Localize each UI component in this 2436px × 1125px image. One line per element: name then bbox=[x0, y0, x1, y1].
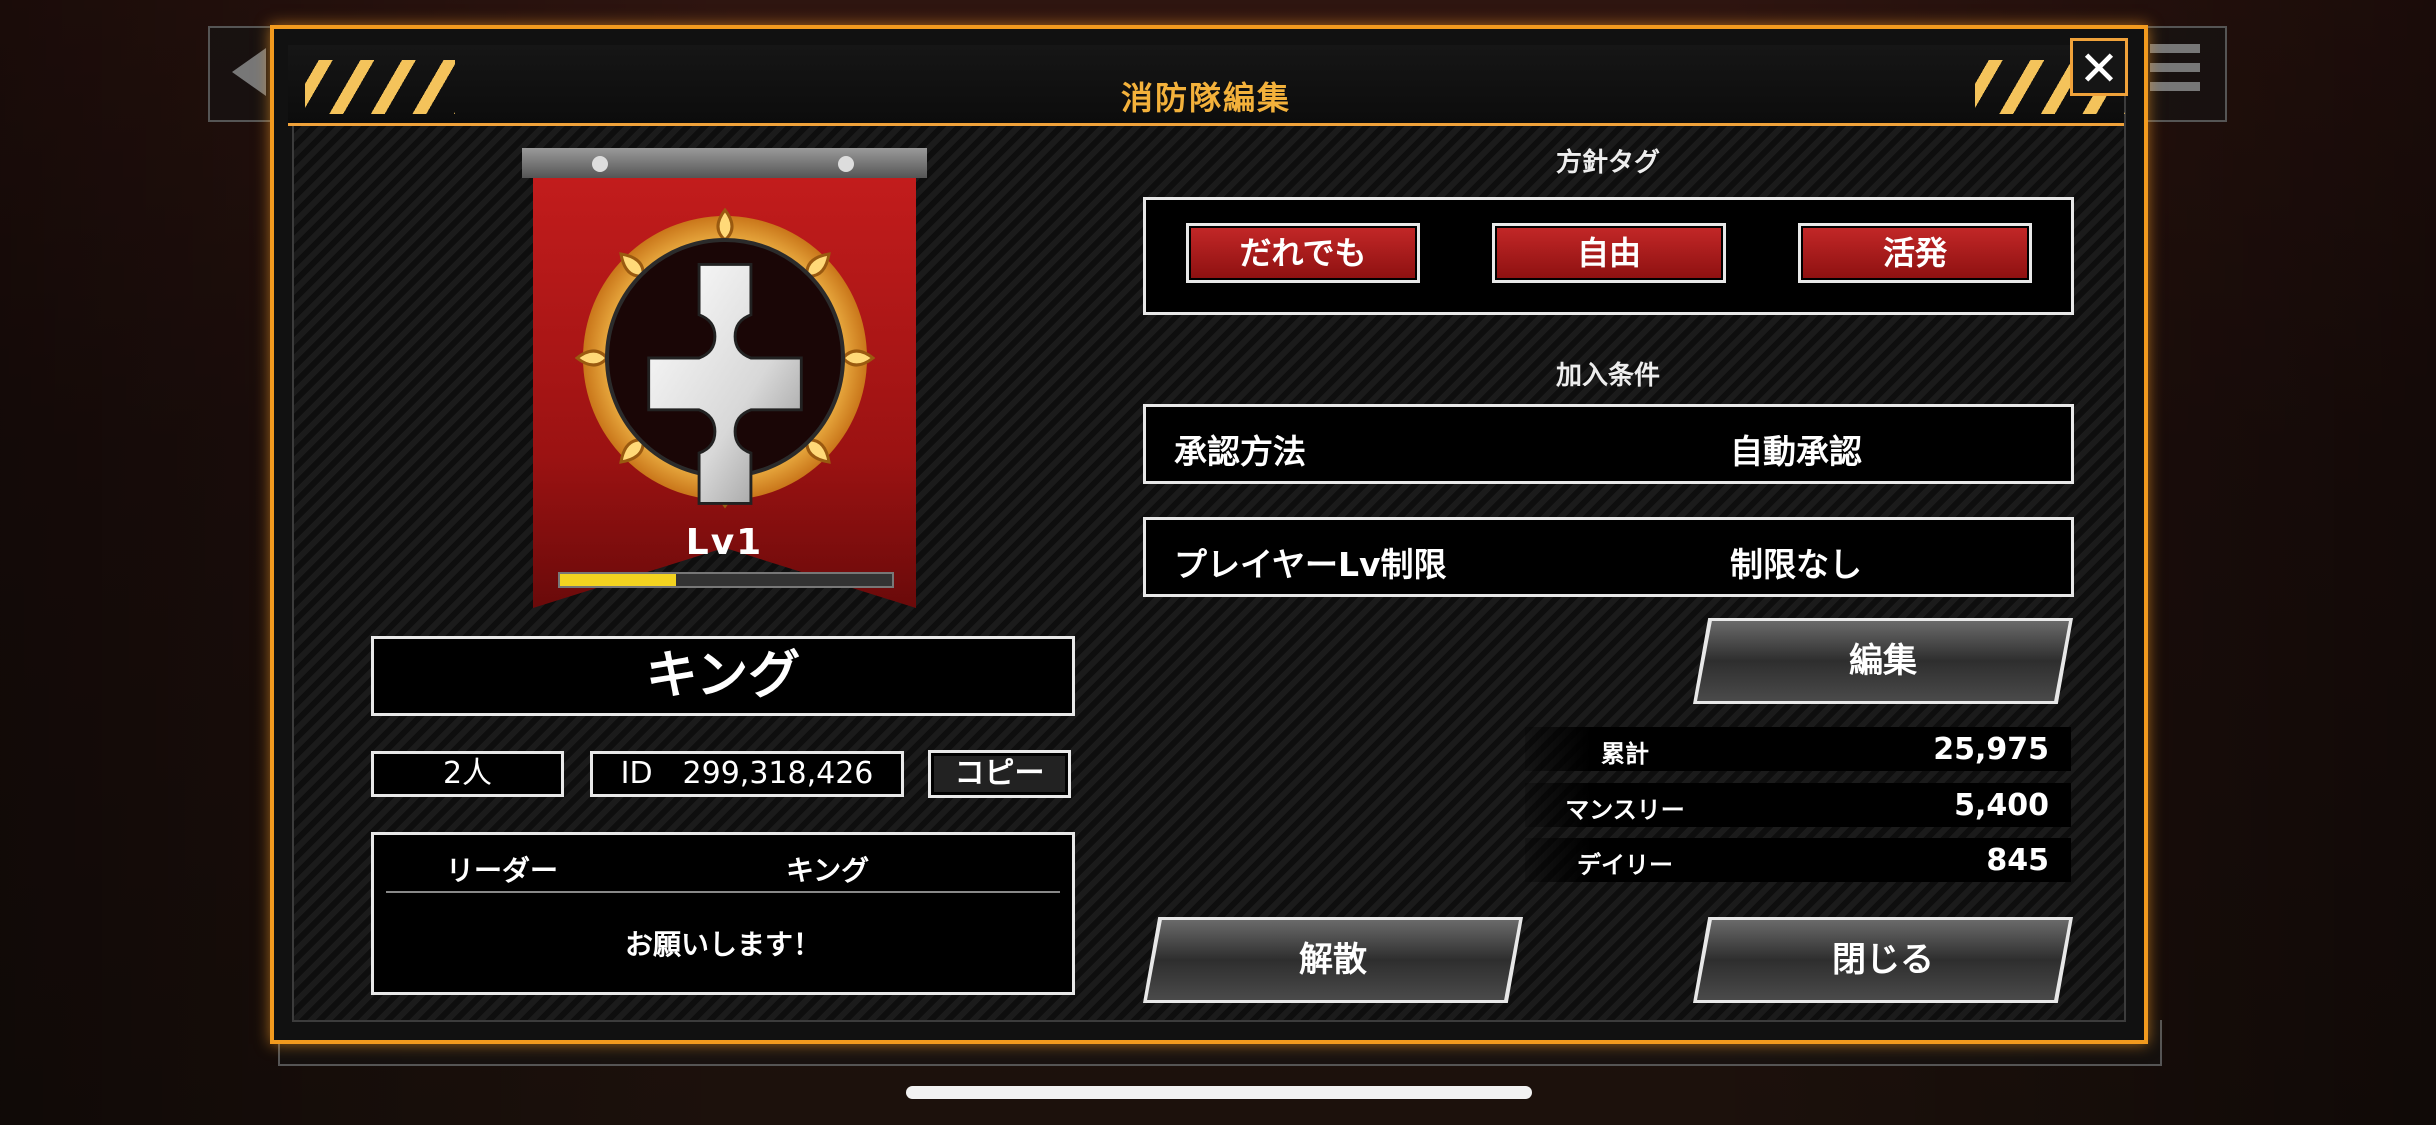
stat-daily-value: 845 bbox=[1986, 843, 2049, 878]
team-name: キング bbox=[371, 636, 1075, 716]
stat-total-label: 累計 bbox=[1601, 740, 1649, 768]
policy-tag-heading: 方針タグ bbox=[1555, 148, 1660, 178]
stat-daily-label: デイリー bbox=[1577, 851, 1673, 879]
approval-method-label: 承認方法 bbox=[1174, 432, 1306, 471]
home-indicator[interactable] bbox=[906, 1086, 1532, 1099]
cross-emblem-icon bbox=[575, 208, 875, 509]
player-level-limit-value: 制限なし bbox=[1730, 545, 1862, 584]
back-arrow-icon bbox=[232, 48, 266, 96]
join-condition-heading: 加入条件 bbox=[1555, 361, 1660, 391]
team-message: お願いします！ bbox=[624, 928, 821, 961]
level-progress-fill bbox=[560, 574, 677, 586]
leader-row: リーダー キング bbox=[386, 845, 1060, 893]
approval-method-value: 自動承認 bbox=[1730, 432, 1862, 471]
team-level-label: Lv1 bbox=[685, 522, 764, 563]
player-level-limit-label: プレイヤーLv制限 bbox=[1174, 545, 1447, 584]
dialog-header: 消防隊編集 bbox=[288, 45, 2124, 126]
level-progress-bar bbox=[558, 572, 894, 588]
close-icon[interactable]: ✕ bbox=[2070, 38, 2128, 97]
player-level-limit-row: プレイヤーLv制限 制限なし bbox=[1143, 517, 2074, 597]
disband-button[interactable]: 解散 bbox=[1147, 920, 1519, 1000]
tag-free[interactable]: 自由 bbox=[1492, 223, 1726, 283]
member-count: 2人 bbox=[371, 751, 564, 797]
bolt-icon bbox=[592, 156, 608, 172]
tag-anyone[interactable]: だれでも bbox=[1186, 223, 1420, 283]
close-button[interactable]: 閉じる bbox=[1697, 920, 2069, 1000]
policy-tag-list: だれでも 自由 活発 bbox=[1143, 197, 2074, 315]
edit-button[interactable]: 編集 bbox=[1697, 621, 2069, 701]
tag-active[interactable]: 活発 bbox=[1798, 223, 2032, 283]
menu-icon bbox=[2150, 44, 2200, 101]
stat-monthly-label: マンスリー bbox=[1565, 796, 1685, 824]
hazard-stripes-left bbox=[305, 60, 455, 114]
stat-daily-row: デイリー 845 bbox=[1525, 838, 2071, 882]
dialog-title: 消防隊編集 bbox=[1120, 79, 1291, 117]
approval-method-row: 承認方法 自動承認 bbox=[1143, 404, 2074, 484]
bolt-icon bbox=[838, 156, 854, 172]
stat-total-row: 累計 25,975 bbox=[1525, 727, 2071, 771]
copy-id-button[interactable]: コピー bbox=[928, 750, 1071, 798]
banner-rod bbox=[522, 148, 927, 178]
stat-monthly-value: 5,400 bbox=[1954, 788, 2049, 823]
leader-label: リーダー bbox=[446, 854, 559, 887]
leader-name: キング bbox=[786, 854, 870, 887]
stat-total-value: 25,975 bbox=[1933, 732, 2049, 767]
stat-monthly-row: マンスリー 5,400 bbox=[1525, 783, 2071, 827]
team-id: ID 299,318,426 bbox=[590, 751, 904, 797]
leader-panel: リーダー キング お願いします！ bbox=[371, 832, 1075, 995]
